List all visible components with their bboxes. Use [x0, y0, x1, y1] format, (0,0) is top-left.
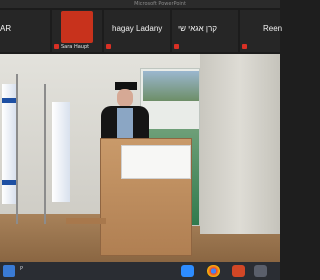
mic-muted-icon: [174, 44, 179, 49]
israel-flag-left: [2, 84, 16, 204]
lectern-nameplate: [121, 145, 191, 179]
participant-tile[interactable]: Reen: [240, 10, 283, 52]
lectern: [100, 138, 192, 256]
video-curtain: [200, 54, 280, 234]
window-title: Microsoft PowerPoint: [134, 1, 186, 7]
lectern-shelf: [66, 218, 106, 224]
flag-pole: [44, 84, 46, 224]
powerpoint-app-icon[interactable]: [232, 265, 245, 277]
participant-strip: AR Sara Haupt hagay Ladany קרן אגאי שי R…: [0, 8, 283, 54]
window-titlebar: Microsoft PowerPoint: [0, 0, 280, 8]
mic-muted-icon: [242, 44, 247, 49]
mic-muted-icon: [54, 44, 59, 49]
zoom-app-icon[interactable]: [181, 265, 194, 277]
university-flag: [52, 102, 70, 202]
participant-name: hagay Ladany: [112, 24, 163, 33]
taskbar-app-icon[interactable]: [254, 265, 267, 277]
participant-tile[interactable]: AR: [0, 10, 50, 52]
mic-muted-icon: [106, 44, 111, 49]
chrome-app-icon[interactable]: [207, 265, 220, 277]
participant-tile[interactable]: hagay Ladany: [104, 10, 170, 52]
participant-avatar: [61, 11, 93, 43]
taskbar-search-hint[interactable]: P: [20, 266, 23, 272]
participant-name: קרן אגאי שי: [178, 24, 217, 33]
participant-tile[interactable]: Sara Haupt: [52, 10, 102, 52]
participant-name: AR: [0, 24, 12, 33]
windows-taskbar: P: [0, 262, 280, 280]
start-icon[interactable]: [3, 265, 15, 277]
gown-stole: [117, 108, 133, 138]
speaker-head: [117, 89, 133, 107]
participant-name: Reen: [263, 24, 283, 33]
active-speaker-video: [0, 54, 280, 262]
participant-label: Sara Haupt: [61, 44, 90, 50]
participant-tile[interactable]: קרן אגאי שי: [172, 10, 238, 52]
flag-pole: [16, 74, 18, 224]
